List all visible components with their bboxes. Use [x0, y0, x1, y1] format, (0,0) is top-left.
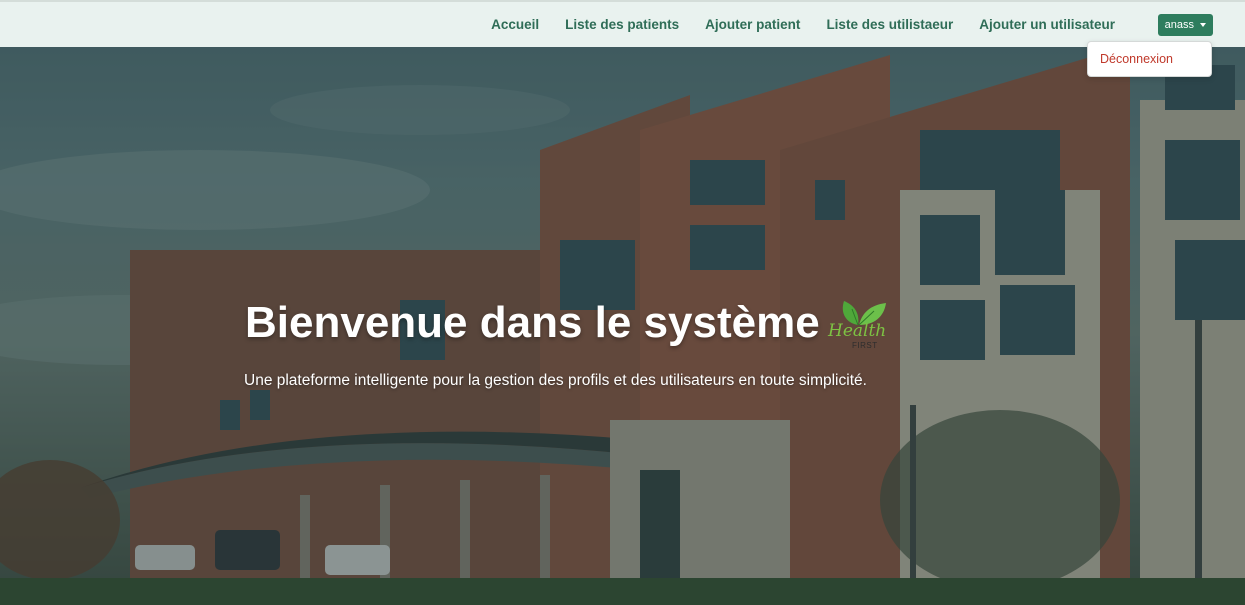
nav-link-liste-utilisateurs[interactable]: Liste des utilistaeur: [826, 17, 953, 32]
hero-title: Bienvenue dans le système: [245, 298, 820, 347]
user-menu-button[interactable]: anass: [1157, 14, 1213, 36]
logo-text: Health: [828, 321, 887, 341]
user-dropdown-menu: Déconnexion: [1087, 41, 1212, 77]
nav-link-ajouter-utilisateur[interactable]: Ajouter un utilisateur: [979, 17, 1115, 32]
health-logo: Health FIRST: [826, 297, 890, 353]
top-navbar: Accueil Liste des patients Ajouter patie…: [0, 0, 1245, 47]
nav-link-ajouter-patient[interactable]: Ajouter patient: [705, 17, 800, 32]
nav-link-accueil[interactable]: Accueil: [491, 17, 539, 32]
nav-links: Accueil Liste des patients Ajouter patie…: [465, 2, 1115, 47]
hero-subtitle: Une plateforme intelligente pour la gest…: [244, 372, 867, 389]
nav-link-liste-patients[interactable]: Liste des patients: [565, 17, 679, 32]
logo-subtext: FIRST: [852, 341, 878, 350]
user-name: anass: [1164, 19, 1194, 31]
caret-down-icon: [1200, 23, 1206, 27]
logout-menu-item[interactable]: Déconnexion: [1100, 52, 1173, 66]
